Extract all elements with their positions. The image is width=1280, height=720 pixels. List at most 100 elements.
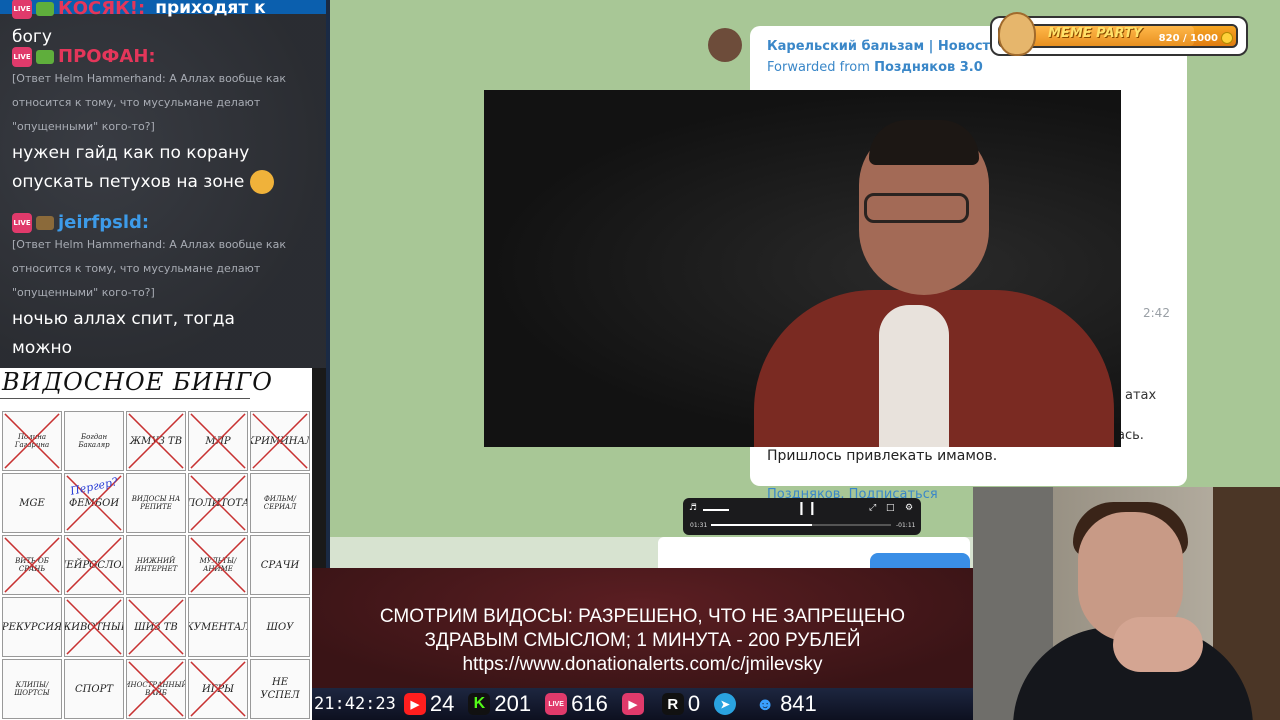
bingo-cell: ПОЛИТОТА: [188, 473, 248, 533]
rutube-stat: ▶: [621, 693, 648, 715]
pip-icon[interactable]: □: [886, 503, 895, 513]
bingo-cell-label: ДОКУМЕНТАЛКИ: [189, 621, 247, 633]
bingo-cell-label: СПОРТ: [75, 683, 113, 695]
cam-person-hands: [1113, 617, 1203, 672]
forwarded-source[interactable]: Поздняков 3.0: [874, 60, 983, 75]
remaining-time: -01:11: [896, 522, 916, 529]
viewers-stat: ☻ 841: [754, 691, 817, 717]
chat-text: можно: [12, 338, 73, 358]
chat-username: КОСЯК!:: [58, 0, 146, 19]
bingo-cell: НЕ УСПЕЛ: [250, 659, 310, 719]
bingo-cell-label: Полина Гагарина: [14, 433, 50, 449]
chat-message: LIVE ПРОФАН: [Ответ Helm Hammerhand: А А…: [0, 46, 298, 197]
bingo-cell-label: КРИМИНАЛ: [251, 435, 309, 447]
bingo-cell-label: ЖИВОТНЫЕ: [65, 621, 123, 633]
forwarded-prefix: Forwarded from: [767, 60, 870, 75]
bingo-cell-label: ШОУ: [266, 621, 294, 633]
telegram-icon: ➤: [714, 693, 737, 715]
bingo-cell: ФЕМБОИ Пергер?: [64, 473, 124, 533]
r-platform-icon: R: [661, 693, 684, 715]
channel-name[interactable]: Карельский бальзам | Новости: [767, 39, 999, 54]
message-text: Пришлось привлекать имамов.: [767, 448, 998, 464]
bingo-cell: НЕЙРОСЛОП: [64, 535, 124, 595]
chat-message: LIVE jeirfpsld: [Ответ Helm Hammerhand: …: [0, 212, 298, 363]
chat-message: LIVE КОСЯК!: приходят к богу: [0, 0, 278, 52]
fullscreen-icon[interactable]: ⤢: [869, 503, 876, 513]
bingo-cell-label: МЛР: [205, 435, 231, 447]
channel-avatar[interactable]: [708, 28, 742, 62]
chat-message-header: LIVE КОСЯК!: приходят к: [12, 0, 266, 23]
r-platform-stat: R0: [661, 691, 700, 717]
join-button[interactable]: [870, 553, 970, 568]
bingo-cell-label: НИЖНИЙ ИНТЕРНЕТ: [134, 557, 178, 573]
emote-icon: [36, 215, 54, 230]
bingo-cell-label: ВИТЬ ОБ СРАНЬ: [15, 557, 49, 573]
bingo-cell: ЖМУЗ ТВ: [126, 411, 186, 471]
volume-slider[interactable]: [703, 509, 729, 511]
chat-panel: LIVE КОСЯК!: приходят к богу LIVE ПРОФАН…: [0, 0, 326, 368]
bingo-cell-label: ШИЗ ТВ: [134, 621, 178, 633]
video-duration: 2:42: [1143, 306, 1170, 320]
bingo-cell: ДОКУМЕНТАЛКИ: [188, 597, 248, 657]
bingo-cell-label: НЕЙРОСЛОП: [65, 559, 123, 571]
video-controls: ♬ ❙❙ ⤢ □ ⚙ 01:31 -01:11: [683, 498, 921, 535]
bingo-cell-label: ИГРЫ: [202, 683, 234, 695]
chat-text: опускать петухов на зоне: [12, 168, 286, 197]
donation-url: https://www.donationalerts.com/c/jmilevs…: [462, 654, 823, 675]
emoji-icon: [249, 170, 274, 194]
bingo-cell-label: РЕКУРСИЯ: [2, 621, 62, 633]
person-glasses: [864, 193, 969, 223]
current-time: 01:31: [690, 522, 708, 529]
chat-text: нужен гайд как по корану: [12, 143, 250, 163]
seek-bar[interactable]: [711, 524, 891, 526]
settings-icon[interactable]: ⚙: [905, 503, 913, 513]
bingo-cell: НИЖНИЙ ИНТЕРНЕТ: [126, 535, 186, 595]
youtube-icon: ▶: [403, 693, 426, 715]
chat-message-header: LIVE ПРОФАН:: [12, 46, 286, 67]
chat-text: приходят к: [155, 0, 266, 18]
stats-bar: 21:42:23 ▶ 24 K 201 LIVE 616 ▶ R0 ➤ ☻ 841: [312, 688, 973, 720]
youtube-count: 24: [429, 691, 455, 716]
message-text-fragment: атах: [1125, 388, 1157, 403]
video-player[interactable]: [484, 90, 1121, 447]
kick-count: 201: [494, 691, 532, 716]
vk-live-icon: LIVE: [545, 693, 568, 715]
bingo-cell: СПОРТ: [64, 659, 124, 719]
chat-quote: относится к тому, что мусульмане делают: [12, 96, 261, 109]
pause-icon[interactable]: ❙❙: [796, 501, 818, 516]
vklive-count: 616: [571, 691, 608, 716]
bingo-cell-label: ФИЛЬМ/ СЕРИАЛ: [263, 495, 297, 511]
bingo-title: ВИДОСНОЕ БИНГО: [2, 368, 273, 396]
meme-party-widget: MEME PARTY 820 / 1000: [992, 12, 1246, 56]
bingo-cell-label: НЕ УСПЕЛ: [260, 677, 300, 701]
forwarded-from[interactable]: Forwarded from Поздняков 3.0: [767, 60, 983, 75]
bingo-cell: Полина Гагарина: [2, 411, 62, 471]
message-text-fragment: ась.: [1117, 428, 1144, 443]
bingo-cell-label: ВИДОСЫ НА РЕПИТЕ: [131, 495, 181, 511]
bingo-cell: ИНОСТРАННЫЙ ВАЙБ: [126, 659, 186, 719]
bingo-cell: Богдан Бакаляр: [64, 411, 124, 471]
person-hair: [869, 120, 979, 165]
clock: 21:42:23: [314, 694, 396, 714]
emote-icon: [36, 49, 54, 64]
bingo-cell: ИГРЫ: [188, 659, 248, 719]
chat-quote: [Ответ Helm Hammerhand: А Аллах вообще к…: [12, 238, 286, 251]
bingo-cell: СРАЧИ: [250, 535, 310, 595]
webcam-feed: [973, 487, 1280, 720]
bingo-cell: МУЛЬТЫ/ АНИМЕ: [188, 535, 248, 595]
coin-icon: [1221, 32, 1233, 44]
donation-banner: СМОТРИМ ВИДОСЫ: РАЗРЕШЕНО, ЧТО НЕ ЗАПРЕЩ…: [312, 568, 973, 688]
banner-line: ЗДРАВЫМ СМЫСЛОМ; 1 МИНУТА - 200 РУБЛЕЙ: [424, 630, 861, 651]
volume-icon[interactable]: ♬: [689, 503, 697, 513]
rutube-icon: ▶: [621, 693, 644, 715]
chat-quote: "опущенными" кого-то?]: [12, 286, 155, 299]
person-shirt: [879, 305, 949, 447]
kick-icon: K: [468, 693, 491, 715]
bingo-cell: КРИМИНАЛ: [250, 411, 310, 471]
bingo-cell: ФИЛЬМ/ СЕРИАЛ: [250, 473, 310, 533]
bingo-cell: МЛР: [188, 411, 248, 471]
chat-quote: "опущенными" кого-то?]: [12, 120, 155, 133]
bingo-cell-label: ИНОСТРАННЫЙ ВАЙБ: [126, 681, 186, 697]
handwritten-note: Пергер?: [69, 475, 119, 498]
chat-quote: относится к тому, что мусульмане делают: [12, 262, 261, 275]
